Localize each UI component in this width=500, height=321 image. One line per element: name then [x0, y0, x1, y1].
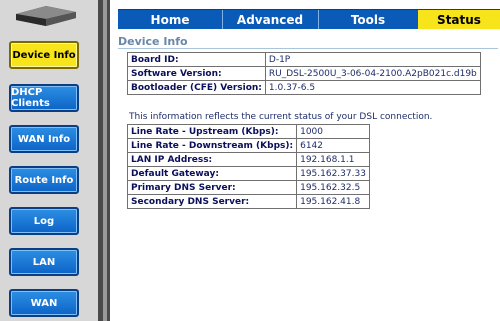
status-note: This information reflects the current st…	[129, 112, 433, 122]
tab-tools[interactable]: Tools	[318, 10, 418, 29]
sidebar-item-label: LAN	[32, 256, 56, 268]
separator	[107, 0, 110, 321]
sidebar-item-device-info[interactable]: Device Info	[9, 41, 79, 69]
tab-label: Advanced	[236, 12, 304, 27]
row-label: Software Version:	[127, 66, 266, 81]
row-value: RU_DSL-2500U_3-06-04-2100.A2pB021c.d19b	[264, 66, 481, 81]
page-title: Device Info	[118, 35, 188, 48]
row-label: Default Gateway:	[126, 166, 298, 181]
table-row: Primary DNS Server: 195.162.32.5	[126, 180, 370, 195]
tab-label: Home	[150, 12, 190, 27]
row-label: Primary DNS Server:	[126, 180, 298, 195]
sidebar-item-log[interactable]: Log	[9, 207, 79, 235]
tab-label: Tools	[350, 12, 386, 27]
row-label: Line Rate - Downstream (Kbps):	[126, 138, 298, 153]
top-tab-bar: Home Advanced Tools Status	[118, 9, 500, 29]
sidebar-item-label: Log	[33, 215, 55, 227]
table-row: Default Gateway: 195.162.37.33	[126, 166, 370, 181]
sidebar-item-label: Device Info	[12, 49, 76, 61]
sidebar-item-label: Route Info	[14, 174, 74, 186]
sidebar-item-wan[interactable]: WAN	[9, 289, 79, 317]
tab-label: Status	[437, 12, 481, 27]
tab-status[interactable]: Status	[418, 10, 500, 29]
row-value: 195.162.41.8	[296, 194, 370, 209]
row-label: LAN IP Address:	[126, 152, 298, 167]
row-value: D-1P	[264, 52, 481, 67]
row-label: Bootloader (CFE) Version:	[127, 80, 266, 95]
table-row: Board ID: D-1P	[127, 52, 481, 67]
divider	[118, 48, 498, 49]
table-row: LAN IP Address: 192.168.1.1	[126, 152, 370, 167]
router-device-icon	[16, 6, 76, 26]
sidebar-item-lan[interactable]: LAN	[9, 248, 79, 276]
sidebar-item-dhcp-clients[interactable]: DHCP Clients	[9, 84, 79, 112]
sidebar-item-wan-info[interactable]: WAN Info	[9, 125, 79, 153]
sidebar: Device Info DHCP Clients WAN Info Route …	[0, 0, 98, 321]
tab-home[interactable]: Home	[118, 10, 223, 29]
row-value: 192.168.1.1	[296, 152, 370, 167]
row-value: 6142	[296, 138, 370, 153]
row-label: Secondary DNS Server:	[126, 194, 298, 209]
table-row: Line Rate - Upstream (Kbps): 1000	[126, 124, 370, 139]
row-label: Line Rate - Upstream (Kbps):	[126, 124, 298, 139]
table-row: Secondary DNS Server: 195.162.41.8	[126, 194, 370, 209]
row-value: 1.0.37-6.5	[264, 80, 481, 95]
sidebar-item-route-info[interactable]: Route Info	[9, 166, 79, 194]
sidebar-item-label: WAN	[30, 297, 58, 309]
sidebar-item-label: DHCP Clients	[11, 87, 50, 109]
sidebar-item-label: WAN Info	[17, 133, 71, 145]
table-row: Software Version: RU_DSL-2500U_3-06-04-2…	[127, 66, 481, 81]
connection-status-table: Line Rate - Upstream (Kbps): 1000 Line R…	[126, 124, 370, 209]
row-value: 195.162.32.5	[296, 180, 370, 195]
device-info-table: Board ID: D-1P Software Version: RU_DSL-…	[127, 52, 481, 95]
table-row: Line Rate - Downstream (Kbps): 6142	[126, 138, 370, 153]
row-value: 195.162.37.33	[296, 166, 370, 181]
row-label: Board ID:	[127, 52, 266, 67]
tab-advanced[interactable]: Advanced	[222, 10, 319, 29]
table-row: Bootloader (CFE) Version: 1.0.37-6.5	[127, 80, 481, 95]
row-value: 1000	[296, 124, 370, 139]
